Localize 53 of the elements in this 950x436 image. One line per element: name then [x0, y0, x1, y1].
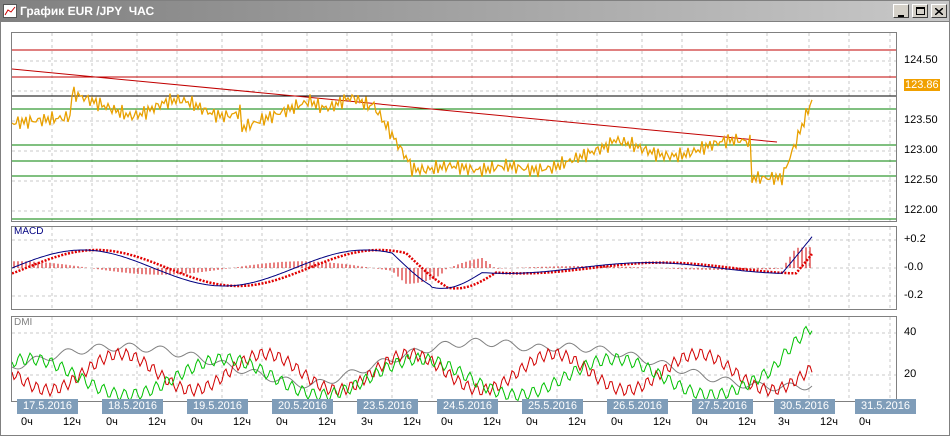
axis-label: 40 — [904, 327, 916, 338]
hour-label: 3ч — [778, 417, 790, 428]
axis-label: 122.00 — [904, 205, 938, 216]
date-label: 26.5.2016 — [607, 399, 668, 414]
date-label: 19.5.2016 — [187, 399, 248, 414]
macd-title: MACD — [14, 227, 44, 237]
date-label: 18.5.2016 — [102, 399, 163, 414]
hour-label: 12ч — [568, 417, 586, 428]
close-icon — [935, 8, 943, 14]
minimize-icon — [898, 15, 904, 17]
hour-label: 12ч — [738, 417, 756, 428]
date-label: 23.5.2016 — [357, 399, 418, 414]
date-label: 31.5.2016 — [855, 399, 916, 414]
hour-label: 12ч — [63, 417, 81, 428]
axis-label: 20 — [904, 369, 916, 380]
hour-label: 3ч — [361, 417, 373, 428]
axis-label: 124.50 — [904, 55, 938, 66]
hour-label: 0ч — [696, 417, 708, 428]
date-label: 17.5.2016 — [17, 399, 78, 414]
hour-label: 0ч — [21, 417, 33, 428]
date-label: 25.5.2016 — [522, 399, 583, 414]
axis-label: +0.2 — [904, 234, 926, 245]
hour-label: 0ч — [441, 417, 453, 428]
hour-label: 12ч — [318, 417, 336, 428]
hour-label: 0ч — [106, 417, 118, 428]
hour-label: 0ч — [276, 417, 288, 428]
hour-label: 12ч — [403, 417, 421, 428]
maximize-icon — [916, 7, 924, 15]
date-label: 20.5.2016 — [272, 399, 333, 414]
maximize-button[interactable] — [912, 4, 928, 18]
hour-label: 0ч — [859, 417, 871, 428]
axis-label: -0.0 — [904, 262, 923, 273]
window-title: График EUR /JPY ЧАС — [20, 3, 154, 20]
hour-label: 12ч — [233, 417, 251, 428]
date-label: 30.5.2016 — [774, 399, 835, 414]
axis-label: 122.50 — [904, 175, 938, 186]
axis-label: -0.2 — [904, 290, 923, 301]
hour-label: 12ч — [820, 417, 838, 428]
date-label: 27.5.2016 — [692, 399, 753, 414]
dmi-title: DMI — [14, 318, 32, 328]
date-label: 24.5.2016 — [437, 399, 498, 414]
current-price-label: 123.86 — [904, 79, 940, 91]
hour-label: 0ч — [611, 417, 623, 428]
axis-label: 123.50 — [904, 115, 938, 126]
close-button[interactable] — [931, 4, 947, 18]
hour-label: 12ч — [653, 417, 671, 428]
hour-label: 12ч — [148, 417, 166, 428]
hour-label: 0ч — [191, 417, 203, 428]
hour-label: 12ч — [483, 417, 501, 428]
axis-label: 123.00 — [904, 145, 938, 156]
hour-label: 0ч — [526, 417, 538, 428]
chart-icon — [3, 4, 17, 18]
minimize-button[interactable] — [893, 4, 909, 18]
